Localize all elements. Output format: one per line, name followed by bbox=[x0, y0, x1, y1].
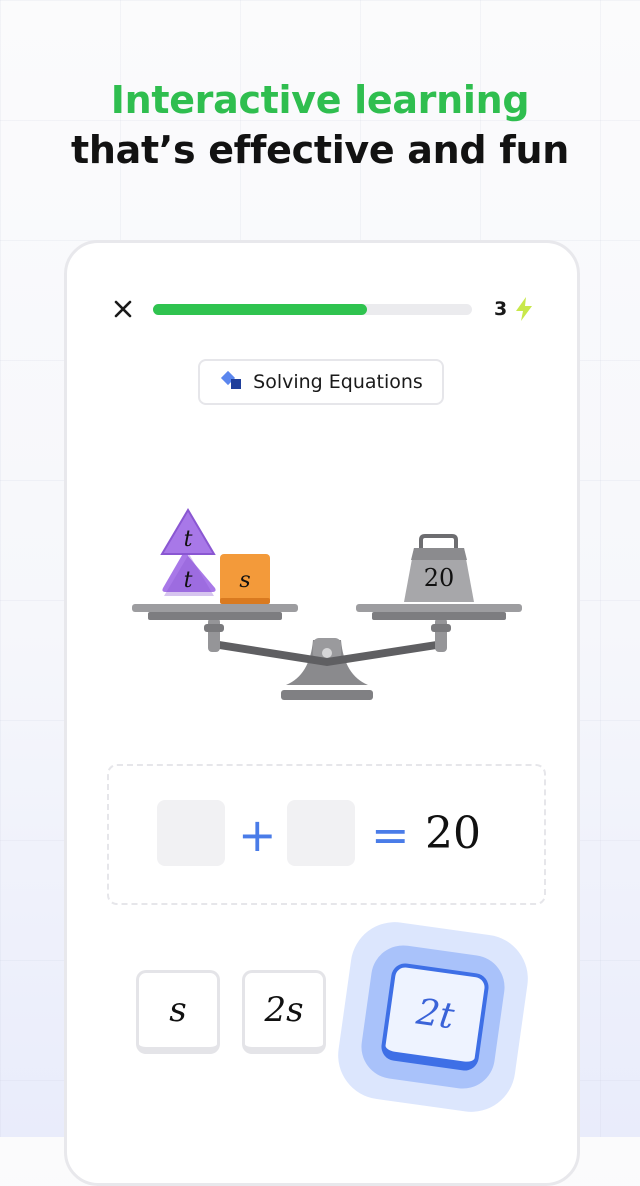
balance-scale: t t s 20 bbox=[132, 508, 522, 700]
svg-text:20: 20 bbox=[424, 564, 455, 592]
headline-subtitle: that’s effective and fun bbox=[71, 128, 569, 172]
triangle-block: t bbox=[162, 550, 216, 596]
equations-diamond-icon bbox=[221, 370, 242, 389]
progress-fill bbox=[153, 304, 367, 315]
plus-sign: + bbox=[238, 808, 277, 862]
equals-sign: = bbox=[371, 808, 410, 862]
svg-text:t: t bbox=[184, 527, 193, 552]
equation-rhs: 20 bbox=[425, 808, 481, 859]
topic-chip-label: Solving Equations bbox=[253, 371, 423, 393]
answer-slot-1[interactable] bbox=[157, 800, 225, 866]
progress-bar bbox=[153, 304, 472, 315]
svg-text:s: s bbox=[239, 568, 250, 593]
triangle-block: t bbox=[160, 508, 216, 555]
streak-count: 3 bbox=[494, 298, 508, 320]
lightning-bolt-icon bbox=[516, 297, 532, 321]
svg-text:t: t bbox=[184, 568, 193, 593]
headline-accent: Interactive learning bbox=[110, 78, 530, 122]
answer-tile-2t-selected[interactable]: 2t bbox=[379, 961, 491, 1073]
answer-tile-s[interactable]: s bbox=[136, 970, 220, 1054]
answer-tile-2s[interactable]: 2s bbox=[242, 970, 326, 1054]
weight-block: 20 bbox=[404, 534, 474, 602]
topic-chip: Solving Equations bbox=[198, 359, 444, 405]
square-block: s bbox=[220, 554, 270, 604]
close-icon[interactable] bbox=[110, 296, 136, 322]
answer-slot-2[interactable] bbox=[287, 800, 355, 866]
